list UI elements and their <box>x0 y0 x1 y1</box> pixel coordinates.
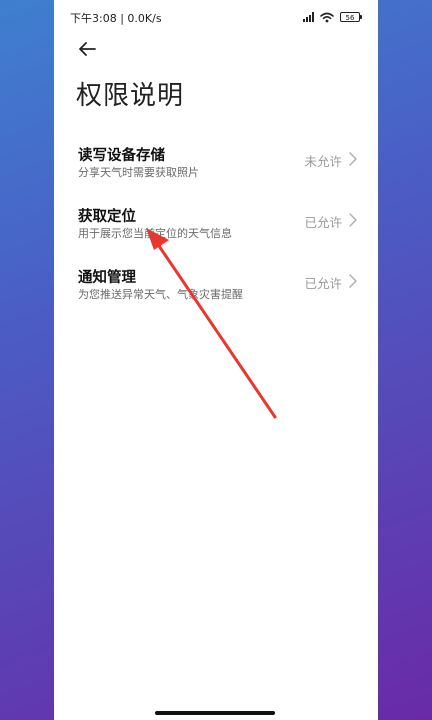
chevron-right-icon <box>349 274 357 288</box>
wifi-icon <box>320 12 334 22</box>
arrow-left-icon <box>79 42 96 56</box>
permission-title: 读写设备存储 <box>78 148 165 164</box>
status-time: 下午3:08 | 0.0K/s <box>70 12 162 25</box>
permission-item-storage[interactable]: 读写设备存储 分享天气时需要获取照片 未允许 <box>54 138 378 199</box>
phone-screen: 下午3:08 | 0.0K/s 56 权限说明 读写设备存储 分享天气时需要获取… <box>54 0 378 720</box>
permission-title: 获取定位 <box>78 209 136 225</box>
permission-description: 为您推送异常天气、气象灾害提醒 <box>78 288 243 301</box>
status-icons: 56 <box>303 10 362 24</box>
page-title: 权限说明 <box>76 81 185 111</box>
permission-list: 读写设备存储 分享天气时需要获取照片 未允许 获取定位 用于展示您当前定位的天气… <box>54 138 378 321</box>
battery-level: 56 <box>345 14 355 22</box>
permission-status: 未允许 <box>304 154 342 169</box>
permission-item-location[interactable]: 获取定位 用于展示您当前定位的天气信息 已允许 <box>54 199 378 260</box>
home-indicator <box>155 711 275 715</box>
permission-description: 用于展示您当前定位的天气信息 <box>78 227 232 240</box>
permission-title: 通知管理 <box>78 270 136 286</box>
permission-status: 已允许 <box>304 215 342 230</box>
signal-icon <box>303 12 314 22</box>
permission-status: 已允许 <box>304 276 342 291</box>
permission-item-notification[interactable]: 通知管理 为您推送异常天气、气象灾害提醒 已允许 <box>54 260 378 321</box>
chevron-right-icon <box>349 152 357 166</box>
status-bar: 下午3:08 | 0.0K/s 56 <box>54 0 378 34</box>
permission-description: 分享天气时需要获取照片 <box>78 166 199 179</box>
battery-icon: 56 <box>340 12 362 22</box>
chevron-right-icon <box>349 213 357 227</box>
back-button[interactable] <box>74 36 100 62</box>
